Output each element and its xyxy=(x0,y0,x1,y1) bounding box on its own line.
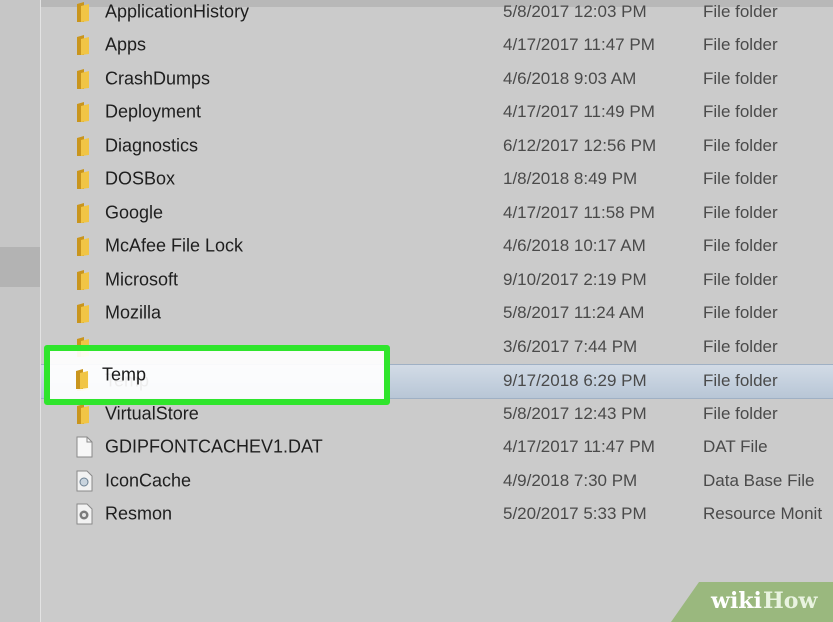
file-date-modified: 5/8/2017 11:24 AM xyxy=(503,303,645,322)
file-type: File folder xyxy=(703,35,778,54)
file-name: ApplicationHistory xyxy=(105,1,250,21)
file-row[interactable]: Mozilla 5/8/2017 11:24 AM File folder xyxy=(41,297,833,330)
file-name: Mozilla xyxy=(105,302,162,323)
file-type: File folder xyxy=(703,1,778,21)
file-row[interactable]: CrashDumps 4/6/2018 9:03 AM File folder xyxy=(41,62,833,95)
file-row[interactable]: Google 4/17/2017 11:58 PM File folder xyxy=(41,196,833,229)
folder-icon xyxy=(77,269,89,290)
file-name: Deployment xyxy=(105,101,202,122)
folder-icon xyxy=(77,303,89,323)
file-type: Resource Monit xyxy=(703,504,823,523)
file-type: File folder xyxy=(703,403,778,423)
file-name: Resmon xyxy=(105,503,173,524)
file-type: File folder xyxy=(703,102,778,121)
file-row[interactable]: ApplicationHistory 5/8/2017 12:03 PM File … xyxy=(41,0,833,28)
file-date-modified: 1/8/2018 8:49 PM xyxy=(503,169,638,188)
file-date-modified: 4/9/2018 7:30 PM xyxy=(503,470,638,490)
file-list: ApplicationHistory 5/8/2017 12:03 PM File … xyxy=(41,0,833,622)
file-type: File folder xyxy=(703,236,778,255)
file-date-modified: 4/17/2017 11:49 PM xyxy=(503,102,655,121)
wikihow-watermark: wiki How xyxy=(671,582,833,622)
file-type: File folder xyxy=(703,336,778,356)
file-name: Diagnostics xyxy=(105,135,199,155)
watermark-how-text: How xyxy=(763,588,818,614)
file-date-modified: 4/17/2017 11:47 PM xyxy=(503,437,655,456)
file-date-modified: 4/6/2018 10:17 AM xyxy=(503,236,646,255)
file-name: Google xyxy=(105,202,164,222)
file-type: File folder xyxy=(703,371,778,390)
file-row[interactable]: McAfee File Lock 4/6/2018 10:17 AM File fo… xyxy=(41,230,833,263)
file-name: CrashDumps xyxy=(105,68,211,88)
folder-icon xyxy=(76,369,88,389)
file-date-modified: 4/17/2017 11:47 PM xyxy=(503,35,655,54)
temp-folder-highlight[interactable]: Temp xyxy=(44,345,390,405)
temp-folder-label: Temp xyxy=(102,364,147,385)
file-date-modified: 3/6/2017 7:44 PM xyxy=(503,336,638,356)
file-date-modified: 9/17/2018 6:29 PM xyxy=(503,371,647,390)
file-name: Apps xyxy=(105,34,147,55)
navigation-pane[interactable] xyxy=(0,0,40,622)
file-type: File folder xyxy=(703,202,778,222)
file-icon xyxy=(76,436,93,458)
file-row[interactable]: Deployment 4/17/2017 11:49 PM File folder xyxy=(41,96,833,129)
file-row[interactable]: Resmon 5/20/2017 5:33 PM Resource Monit xyxy=(41,498,833,531)
folder-icon xyxy=(77,403,89,424)
file-name: McAfee File Lock xyxy=(105,235,244,256)
file-date-modified: 9/10/2017 2:19 PM xyxy=(503,269,647,289)
file-date-modified: 5/20/2017 5:33 PM xyxy=(503,504,647,523)
file-type: DAT File xyxy=(703,437,768,456)
folder-icon xyxy=(77,35,89,55)
folder-icon xyxy=(77,202,89,223)
file-name: Microsoft xyxy=(105,269,179,289)
file-row[interactable]: Microsoft 9/10/2017 2:19 PM File folder xyxy=(41,263,833,296)
file-date-modified: 5/8/2017 12:03 PM xyxy=(503,1,647,21)
file-type: Data Base File xyxy=(703,470,815,490)
folder-icon xyxy=(77,236,89,256)
file-date-modified: 4/17/2017 11:58 PM xyxy=(503,202,655,222)
file-row[interactable]: Apps 4/17/2017 11:47 PM File folder xyxy=(41,29,833,62)
file-row[interactable]: GDIPFONTCACHEV1.DAT 4/17/2017 11:47 PM DAT… xyxy=(41,431,833,464)
file-date-modified: 4/6/2018 9:03 AM xyxy=(503,68,637,88)
file-type: File folder xyxy=(703,269,778,289)
file-type: File folder xyxy=(703,303,778,322)
folder-icon xyxy=(77,135,89,156)
file-row[interactable]: IconCache 4/9/2018 7:30 PM Data Base File xyxy=(41,464,833,497)
watermark-wiki-text: wiki xyxy=(711,588,762,614)
file-name: VirtualStore xyxy=(105,403,199,423)
file-name: DOSBox xyxy=(105,168,176,189)
folder-icon xyxy=(77,1,89,22)
file-date-modified: 5/8/2017 12:43 PM xyxy=(503,403,647,423)
file-type: File folder xyxy=(703,135,778,155)
file-date-modified: 6/12/2017 12:56 PM xyxy=(503,135,657,155)
folder-icon xyxy=(77,68,89,89)
file-name: IconCache xyxy=(105,470,192,490)
file-type: File folder xyxy=(703,169,778,188)
explorer-window: ApplicationHistory 5/8/2017 12:03 PM File … xyxy=(0,0,833,622)
file-type: File folder xyxy=(703,68,778,88)
navigation-pane-selected-item[interactable] xyxy=(0,247,40,287)
file-row[interactable]: Diagnostics 6/12/2017 12:56 PM File folder xyxy=(41,129,833,162)
file-name: GDIPFONTCACHEV1.DAT xyxy=(105,436,323,457)
folder-icon xyxy=(77,169,89,189)
file-row[interactable]: DOSBox 1/8/2018 8:49 PM File folder xyxy=(41,163,833,196)
folder-icon xyxy=(77,102,89,122)
resmon-file-icon xyxy=(76,503,93,525)
database-file-icon xyxy=(76,470,93,491)
